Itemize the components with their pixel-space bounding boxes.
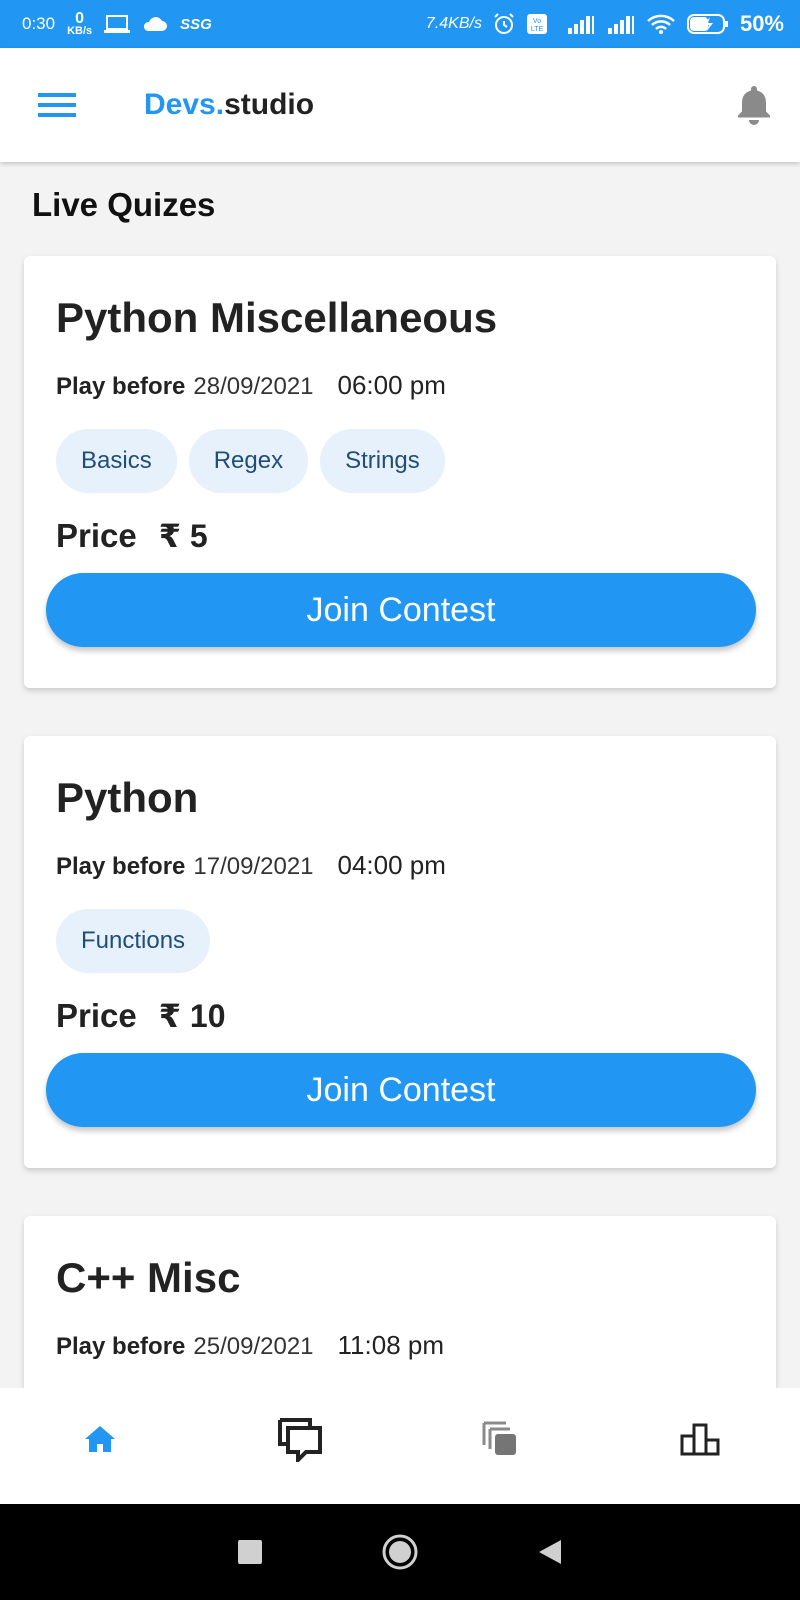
quiz-title: Python Miscellaneous bbox=[56, 294, 498, 341]
signal-icon bbox=[558, 13, 596, 35]
section-title: Live Quizes bbox=[32, 186, 216, 223]
leaderboard-icon bbox=[680, 1422, 720, 1456]
quiz-card: Python Play before 17/09/2021 04:00 pm F… bbox=[24, 736, 776, 1168]
price-value: ₹ 5 bbox=[158, 518, 208, 554]
battery-percent: 50% bbox=[739, 11, 784, 36]
price-label: Price bbox=[56, 517, 137, 554]
tag-chip[interactable]: Functions bbox=[56, 909, 211, 973]
play-before-row: Play before 17/09/2021 04:00 pm bbox=[56, 850, 776, 881]
tag-list: Functions bbox=[56, 909, 776, 973]
tag-chip[interactable]: Regex bbox=[188, 429, 309, 493]
menu-icon[interactable] bbox=[38, 91, 76, 119]
tag-list: Basics Regex Strings bbox=[56, 429, 776, 493]
laptop-icon bbox=[104, 14, 131, 34]
play-before-row: Play before 25/09/2021 11:08 pm bbox=[56, 1330, 776, 1361]
play-before-row: Play before 28/09/2021 06:00 pm bbox=[56, 370, 776, 401]
quiz-date: 17/09/2021 bbox=[193, 853, 314, 880]
cloud-icon bbox=[142, 15, 168, 33]
svg-text:Vo: Vo bbox=[533, 18, 541, 25]
app-bar: Devs.studio bbox=[0, 48, 800, 162]
nav-home[interactable] bbox=[60, 1409, 140, 1469]
quiz-card: Python Miscellaneous Play before 28/09/2… bbox=[24, 256, 776, 688]
quiz-date: 25/09/2021 bbox=[193, 1333, 314, 1360]
bell-icon[interactable] bbox=[736, 84, 772, 126]
quiz-time: 06:00 pm bbox=[337, 370, 446, 400]
volte-icon: Vo LTE bbox=[526, 13, 548, 35]
tag-chip[interactable]: Strings bbox=[320, 429, 445, 493]
bottom-nav bbox=[0, 1388, 800, 1504]
brand-rest: studio bbox=[224, 88, 315, 121]
nav-copy[interactable] bbox=[460, 1409, 540, 1469]
net-speed-left-unit: KB/s bbox=[67, 25, 93, 37]
svg-text:LTE: LTE bbox=[531, 26, 544, 33]
join-contest-button[interactable]: Join Contest bbox=[46, 573, 756, 647]
chat-icon bbox=[276, 1416, 324, 1462]
copy-icon bbox=[482, 1421, 518, 1457]
quiz-time: 11:08 pm bbox=[337, 1330, 444, 1360]
quiz-date: 28/09/2021 bbox=[193, 373, 314, 400]
home-circle-icon[interactable] bbox=[381, 1533, 419, 1571]
status-bar: 0:30 0 KB/s SSG 7.4KB/s Vo LTE 50% bbox=[0, 0, 800, 48]
tag-chip[interactable]: Basics bbox=[56, 429, 177, 493]
clock: 0:30 bbox=[22, 14, 56, 33]
quiz-title: C++ Misc bbox=[56, 1254, 241, 1301]
signal-icon-2 bbox=[606, 13, 636, 35]
brand-accent: Devs. bbox=[144, 88, 225, 121]
price-row: Price ₹ 5 bbox=[56, 517, 776, 555]
net-speed-left-value: 0 bbox=[75, 10, 85, 27]
brand-logo: Devs.studio bbox=[144, 88, 314, 122]
price-value: ₹ 10 bbox=[158, 998, 226, 1034]
play-before-label: Play before bbox=[56, 1333, 186, 1360]
carrier-label: SSG bbox=[180, 15, 212, 33]
price-row: Price ₹ 10 bbox=[56, 997, 776, 1035]
quiz-card: C++ Misc Play before 25/09/2021 11:08 pm bbox=[24, 1216, 776, 1416]
system-nav-bar bbox=[0, 1504, 800, 1600]
alarm-icon bbox=[492, 12, 516, 36]
recents-icon[interactable] bbox=[237, 1539, 263, 1565]
nav-chat[interactable] bbox=[260, 1409, 340, 1469]
play-before-label: Play before bbox=[56, 373, 186, 400]
nav-leaderboard[interactable] bbox=[660, 1409, 740, 1469]
play-before-label: Play before bbox=[56, 853, 186, 880]
back-icon[interactable] bbox=[537, 1538, 563, 1566]
join-contest-button[interactable]: Join Contest bbox=[46, 1053, 756, 1127]
net-speed-left: 0 KB/s bbox=[67, 10, 93, 37]
home-icon bbox=[83, 1424, 117, 1454]
quiz-title: Python bbox=[56, 774, 199, 821]
net-speed-right: 7.4KB/s bbox=[425, 15, 482, 32]
price-label: Price bbox=[56, 997, 137, 1034]
quiz-time: 04:00 pm bbox=[337, 850, 446, 880]
wifi-icon bbox=[646, 13, 676, 35]
battery-icon bbox=[686, 12, 730, 36]
